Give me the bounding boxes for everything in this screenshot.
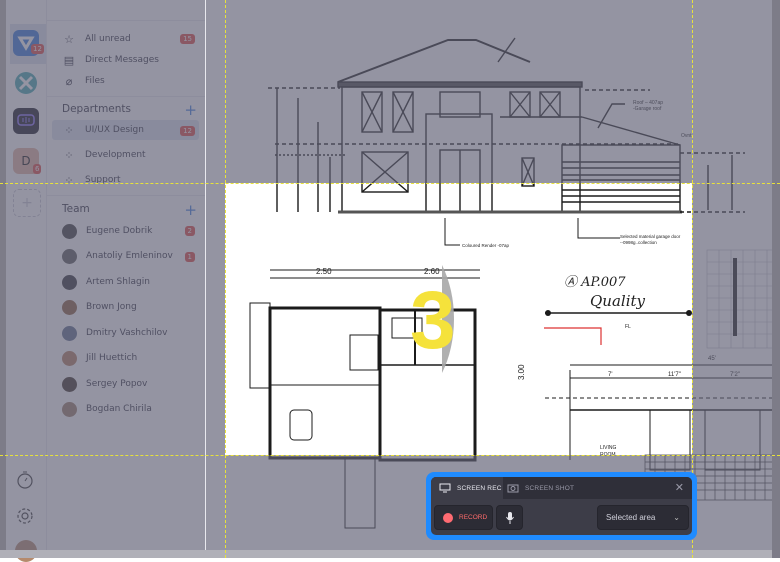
red-marker-arrow [544, 327, 602, 345]
record-dot-icon [443, 512, 453, 523]
frame-right-edge [772, 0, 780, 558]
tab-screen-shot[interactable]: SCREEN SHOT [507, 477, 574, 499]
dimension-250: 2.50 [316, 267, 332, 276]
record-button[interactable]: RECORD [434, 505, 493, 530]
handwritten-note-quality: Quality [590, 292, 646, 310]
annotation-coloured-render: Coloured Render -07ap [462, 243, 510, 248]
chevron-down-icon: ⌄ [673, 513, 680, 522]
frame-left-edge [0, 0, 6, 558]
handwritten-note-ap: Ⓐ AP.007 [564, 275, 626, 290]
selection-guide-bottom [0, 455, 780, 456]
microphone-icon [505, 511, 514, 524]
record-label: RECORD [459, 514, 488, 521]
screen-recorder-widget: SCREEN REC SCREEN SHOT ✕ RECORD Selected… [426, 472, 697, 540]
close-icon[interactable]: ✕ [675, 481, 684, 494]
dimension-11-7: 11'7" [668, 372, 681, 378]
tab-label: SCREEN REC [457, 484, 502, 492]
annotation-garage-collection: --0998g..collection [620, 240, 657, 245]
recorder-panel: SCREEN REC SCREEN SHOT ✕ RECORD Selected… [431, 477, 692, 535]
monitor-icon [439, 483, 451, 493]
area-select-dropdown[interactable]: Selected area ⌄ [597, 505, 689, 530]
dimension-7: 7' [608, 372, 612, 378]
annotation-living: LIVING [600, 445, 617, 451]
sidebar-dim-overlay [0, 0, 205, 558]
selection-guide-top [0, 183, 780, 184]
annotation-garage-door: Selected material garage door [620, 234, 681, 239]
dim-overlay-right [692, 183, 780, 455]
countdown-number: 3 [410, 275, 456, 366]
microphone-button[interactable] [496, 505, 523, 530]
frame-bottom-edge [0, 550, 780, 558]
recorder-tabs: SCREEN REC SCREEN SHOT ✕ [431, 477, 692, 499]
annotation-fl: FL [625, 324, 631, 330]
selection-guide-left [225, 0, 226, 558]
dimension-dot [545, 310, 551, 316]
camera-icon [507, 484, 519, 493]
dimension-300: 3.00 [517, 364, 526, 380]
area-select-value: Selected area [606, 513, 656, 522]
tab-screen-rec[interactable]: SCREEN REC [431, 477, 503, 499]
tab-label: SCREEN SHOT [525, 484, 575, 492]
